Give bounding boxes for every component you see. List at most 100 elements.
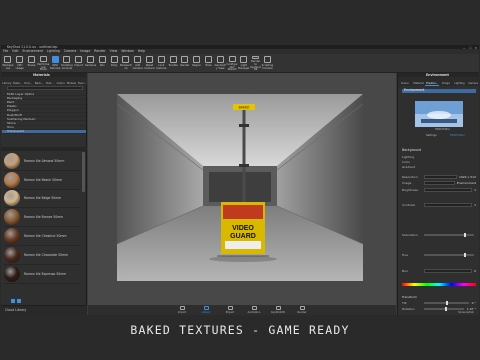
library-tab-6[interactable]: Models (67, 77, 77, 85)
library-tab-3[interactable]: Back... (34, 77, 44, 85)
property-value[interactable]: 0 (474, 269, 476, 273)
material-item[interactable]: Roman tile Bronze 50mm (4, 208, 80, 228)
menu-camera[interactable]: Camera (64, 49, 77, 53)
hue-bar[interactable] (402, 283, 476, 286)
material-swatch-icon (4, 228, 20, 245)
library-tab-7[interactable]: Favo... (77, 77, 87, 85)
menu-help[interactable]: Help (138, 49, 145, 53)
hdri-thumbnail[interactable] (415, 101, 463, 127)
screenshot-button[interactable]: Screenshot (458, 311, 474, 314)
library-tab-1[interactable]: Mate... (13, 77, 23, 85)
ribbon-button-0[interactable]: Import (173, 305, 191, 315)
material-item[interactable]: Roman tile Chestnut 50mm (4, 227, 80, 246)
toolbar-button-21[interactable]: Render to KeyShotXR (250, 54, 262, 72)
toolbar-button-22[interactable]: Scripting Console (262, 54, 274, 72)
toolbar-button-15[interactable]: Render (179, 54, 191, 72)
property-control[interactable] (424, 269, 473, 273)
pause-icon (27, 56, 35, 63)
toolbar-button-10[interactable]: Perspective (120, 54, 132, 72)
ribbon-button-2[interactable]: Project (221, 305, 239, 315)
tree-divider[interactable] (1, 147, 87, 151)
menu-edit[interactable]: Edit (12, 49, 18, 53)
project-tab-2[interactable]: Environ... (425, 77, 440, 86)
menu-view[interactable]: View (110, 49, 118, 53)
toolbar-button-19[interactable]: Configurator Wizard (226, 54, 238, 72)
project-tab-4[interactable]: Lighting (453, 77, 467, 86)
menu-render[interactable]: Render (94, 49, 105, 53)
menu-environment[interactable]: Environment (23, 49, 43, 53)
property-value[interactable]: Environment (457, 181, 476, 185)
toolbar-button-3[interactable]: Performance Mode (37, 54, 49, 72)
tree-item[interactable]: Translucent (2, 129, 86, 134)
list-view-icon[interactable] (17, 299, 21, 303)
cloud-library-link[interactable]: Cloud Library (5, 308, 26, 312)
toolbar-button-7[interactable]: Cameras (85, 54, 97, 72)
toolbar-button-9[interactable]: Dolly (108, 54, 120, 72)
property-label: Contrast (402, 203, 415, 207)
toolbar-button-14[interactable]: Tumble (167, 54, 179, 72)
library-tab-5[interactable]: Colors (56, 77, 66, 85)
toolbar-button-16[interactable]: Region (191, 54, 203, 72)
bg-option-color[interactable]: Color (402, 160, 476, 164)
toolbar-button-17[interactable]: Tools (203, 54, 215, 72)
bg-option-lighting[interactable]: Lighting (402, 155, 476, 159)
property-control[interactable] (424, 233, 474, 237)
toolbar-button-5[interactable]: Scripting Console (61, 54, 73, 72)
material-item[interactable]: Roman tile Chocolate 50mm (4, 246, 80, 265)
render-viewport[interactable]: BAKED VIDEO GUARD (88, 73, 396, 305)
material-item[interactable]: Roman tile Beech 50mm (4, 171, 80, 190)
library-tab-4[interactable]: Text... (45, 77, 55, 85)
toolbar-button-0[interactable]: Workspaces (2, 54, 14, 72)
menu-lighting[interactable]: Lighting (47, 49, 60, 53)
material-item[interactable]: Roman tile Espresso 50mm (4, 265, 80, 284)
property-control[interactable] (424, 181, 455, 185)
transform-heading: Transform (402, 295, 476, 299)
toolbar-button-4[interactable]: GPU Denoise (49, 54, 61, 72)
menu-window[interactable]: Window (121, 49, 134, 53)
library-tab-2[interactable]: Envi... (24, 77, 34, 85)
ribbon-button-5[interactable]: Render (293, 305, 311, 315)
toolbar-button-label: Tumble (168, 64, 178, 67)
search-input[interactable] (7, 86, 83, 90)
menu-file[interactable]: File (3, 49, 8, 53)
bg-option-gradient[interactable]: Gradient (402, 165, 476, 169)
property-label: Image (402, 181, 412, 185)
toolbar-button-8[interactable]: Pan (96, 54, 108, 72)
project-tab-0[interactable]: Scene (398, 77, 412, 86)
hdri-editor-tab[interactable]: HDRI Editor (450, 134, 465, 138)
property-value[interactable]: 1 (474, 188, 476, 192)
toolbar-button-20[interactable]: Light Manager (238, 54, 250, 72)
library-tab-0[interactable]: Library (2, 77, 12, 85)
property-control[interactable] (424, 203, 473, 207)
property-value[interactable]: 1 (474, 203, 476, 207)
toolbar-button-12[interactable]: Reset Camera (144, 54, 156, 72)
toolbar-button-18[interactable]: Geometry View (214, 54, 226, 72)
material-item[interactable]: Roman tile Beige 50mm (4, 190, 80, 209)
ribbon-button-3[interactable]: Animation (245, 305, 263, 315)
toolbar-button-2[interactable]: Pause (26, 54, 38, 72)
toolbar-button-1[interactable]: CPU Usage (14, 54, 26, 72)
tumble-icon (169, 56, 177, 63)
property-control[interactable] (424, 188, 473, 192)
property-value[interactable]: 1024 x 512 (459, 175, 476, 179)
tilt-value[interactable]: 0 ° (472, 301, 476, 305)
property-control[interactable] (424, 253, 474, 257)
ribbon-button-1[interactable]: Library (197, 305, 215, 315)
menu-image[interactable]: Image (80, 49, 90, 53)
toolbar-button-11[interactable]: Add Camera (132, 54, 144, 72)
grid-view-icon[interactable] (11, 299, 15, 303)
background-heading: Background (402, 148, 422, 152)
toolbar-button-13[interactable]: Lock Camera (155, 54, 167, 72)
project-tab-5[interactable]: Camera (466, 77, 479, 86)
property-label: Saturation (402, 233, 418, 237)
project-tab-3[interactable]: Image (439, 77, 453, 86)
material-scrollbar[interactable] (82, 152, 85, 192)
property-control[interactable] (424, 175, 457, 179)
project-tab-1[interactable]: Material (412, 77, 426, 86)
ribbon-button-4[interactable]: KeyShotXR (269, 305, 287, 315)
settings-tab[interactable]: Settings (426, 134, 437, 138)
environment-list-item[interactable]: Environment (402, 89, 476, 94)
material-item[interactable]: Roman tile Almond 50mm (4, 152, 80, 171)
tilt-slider[interactable] (424, 301, 469, 305)
toolbar-button-6[interactable]: Import (73, 54, 85, 72)
